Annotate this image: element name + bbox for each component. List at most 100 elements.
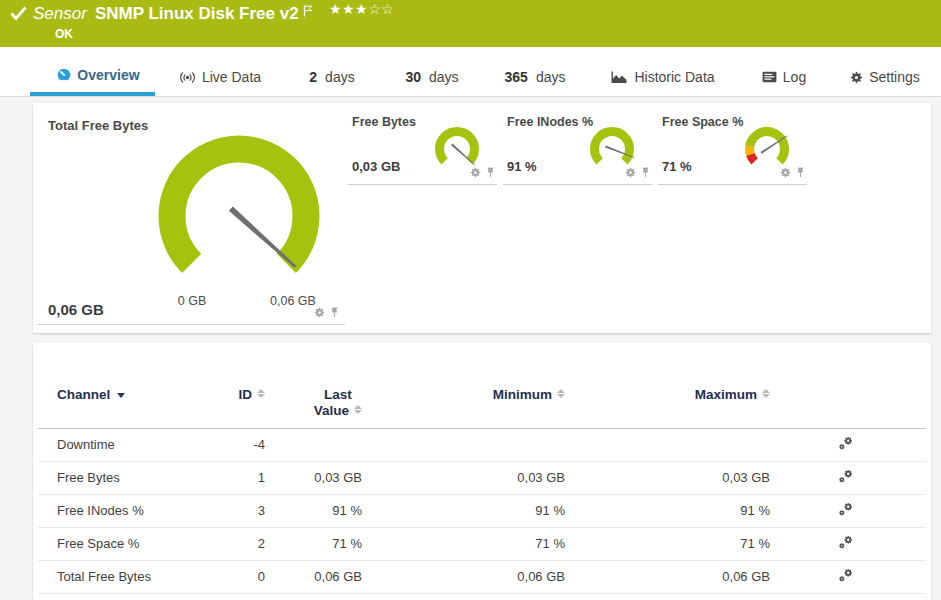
channel-settings-icon[interactable] [838,534,854,550]
channel-maximum: 91 % [565,494,770,527]
gauge-value: 71 % [662,159,692,174]
channel-id: -4 [215,428,265,461]
col-header-last-value[interactable]: LastValue [265,343,362,428]
tab-number: 2 [309,69,317,85]
channel-table: Channel ID LastValue Minimum Maximum Dow… [38,343,926,594]
pin-icon[interactable] [796,167,805,178]
table-row: Total Free Bytes 0 0,06 GB 0,06 GB 0,06 … [38,560,926,593]
gauge-free-bytes: Free Bytes 0,03 GB [348,113,497,185]
table-row: Free Bytes 1 0,03 GB 0,03 GB 0,03 GB [38,461,926,494]
pin-icon[interactable] [641,167,650,178]
channel-settings-icon[interactable] [838,501,854,517]
status-ok-check-icon [10,6,27,21]
sort-icon [257,389,265,398]
channel-maximum: 71 % [565,527,770,560]
table-row: Downtime -4 [38,428,926,461]
tab-label: Live Data [202,69,261,85]
gauge-free-inodes: Free INodes % 91 % [503,113,652,185]
gauge-title: Total Free Bytes [48,118,148,133]
tab-label: Overview [77,67,139,83]
gauge-scale-min: 0 GB [178,294,207,308]
pin-icon[interactable] [330,307,339,318]
tab-label: Historic Data [634,69,714,85]
channel-id: 0 [215,560,265,593]
col-header-minimum[interactable]: Minimum [362,343,565,428]
gauge-total-free-bytes: Total Free Bytes 0 GB 0,06 GB 0,06 GB [38,113,345,325]
tab-number: 365 [505,69,528,85]
channel-last-value: 91 % [265,494,362,527]
gauge-value: 91 % [507,159,537,174]
col-header-channel[interactable]: Channel [38,343,215,428]
area-chart-icon [611,71,628,84]
priority-stars[interactable]: ★★★☆☆ [329,1,394,17]
tab-settings[interactable]: Settings [844,46,926,96]
gauge-icon [57,68,71,82]
channel-settings-icon[interactable] [838,435,854,451]
gauge-title: Free Bytes [352,115,416,129]
channel-id: 2 [215,527,265,560]
tab-label: days [536,69,566,85]
gauge-settings-gear-icon[interactable] [625,167,636,178]
log-list-icon [762,71,777,83]
tab-historic-data[interactable]: Historic Data [604,46,722,96]
total-free-bytes-gauge [149,126,329,306]
sort-icon [762,389,770,398]
channel-maximum: 0,03 GB [565,461,770,494]
channel-last-value: 0,06 GB [265,560,362,593]
live-waves-icon [179,71,196,84]
channel-minimum: 0,03 GB [362,461,565,494]
channel-name: Free Bytes [38,461,215,494]
flag-icon[interactable] [303,2,313,22]
gauge-title: Free Space % [662,115,743,129]
channel-minimum: 0,06 GB [362,560,565,593]
gauge-settings-gear-icon[interactable] [780,167,791,178]
channel-name: Downtime [38,428,215,461]
channel-id: 3 [215,494,265,527]
table-row: Free Space % 2 71 % 71 % 71 % [38,527,926,560]
tab-number: 30 [405,69,421,85]
tab-live-data[interactable]: Live Data [170,46,270,96]
channel-table-panel: Channel ID LastValue Minimum Maximum Dow… [33,343,931,600]
col-header-id[interactable]: ID [215,343,265,428]
tab-overview[interactable]: Overview [30,46,155,96]
gauges-panel: Total Free Bytes 0 GB 0,06 GB 0,06 GB Fr… [33,103,931,333]
tab-30-days[interactable]: 30 days [396,46,468,96]
channel-minimum: 71 % [362,527,565,560]
pin-icon[interactable] [486,167,495,178]
channel-settings-icon[interactable] [838,468,854,484]
tab-365-days[interactable]: 365 days [495,46,575,96]
channel-name: Total Free Bytes [38,560,215,593]
sort-icon [557,389,565,398]
object-type-label: Sensor [33,4,87,23]
channel-last-value: 71 % [265,527,362,560]
channel-maximum [565,428,770,461]
channel-last-value [265,428,362,461]
channel-maximum: 0,06 GB [565,560,770,593]
chevron-down-icon [117,393,125,398]
gear-icon [850,71,863,84]
col-header-maximum[interactable]: Maximum [565,343,770,428]
table-header-row: Channel ID LastValue Minimum Maximum [38,343,926,428]
gauge-value: 0,06 GB [48,301,104,318]
channel-settings-icon[interactable] [838,567,854,583]
gauge-settings-gear-icon[interactable] [314,307,325,318]
tab-log[interactable]: Log [753,46,815,96]
tab-bar: Overview Live Data 2 days 30 days 365 da… [0,47,941,97]
page-title: SNMP Linux Disk Free v2 [95,4,299,23]
tab-label: Settings [869,69,920,85]
tab-2-days[interactable]: 2 days [300,46,364,96]
table-row: Free INodes % 3 91 % 91 % 91 % [38,494,926,527]
channel-id: 1 [215,461,265,494]
channel-name: Free INodes % [38,494,215,527]
channel-minimum [362,428,565,461]
gauge-settings-gear-icon[interactable] [470,167,481,178]
sort-icon [354,405,362,414]
tab-label: Log [783,69,806,85]
gauge-title: Free INodes % [507,115,593,129]
channel-minimum: 91 % [362,494,565,527]
sensor-header: Sensor SNMP Linux Disk Free v2 ★★★☆☆ OK [0,0,941,47]
tab-label: days [429,69,459,85]
tab-label: days [325,69,355,85]
status-badge: OK [55,27,73,41]
gauge-free-space: Free Space % 71 % [658,113,807,185]
